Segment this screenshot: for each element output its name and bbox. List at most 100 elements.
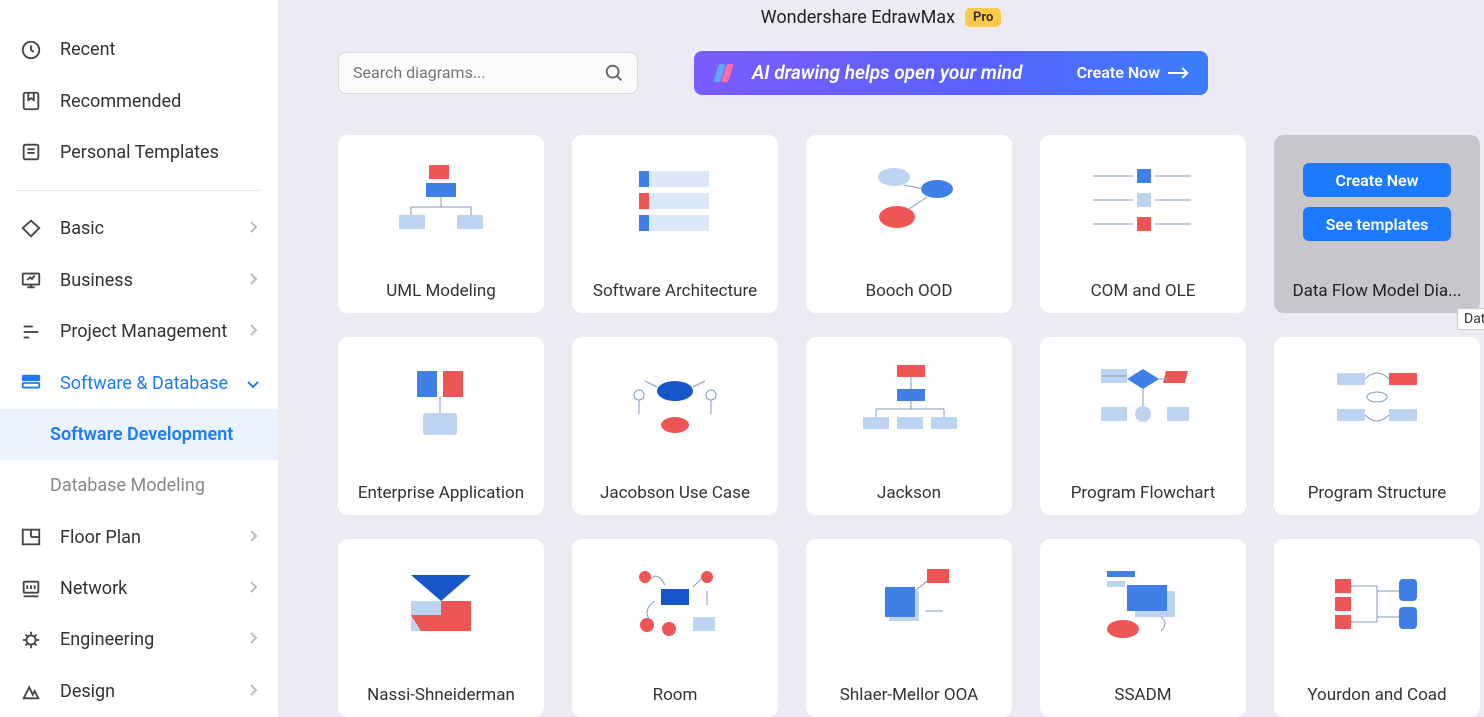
template-title: SSADM	[1040, 673, 1246, 717]
gantt-icon	[20, 321, 42, 343]
template-card[interactable]: Nassi-Shneiderman	[338, 539, 544, 717]
template-card[interactable]: Enterprise Application	[338, 337, 544, 515]
sidebar-item-recommended[interactable]: Recommended	[0, 75, 278, 126]
template-title: Program Structure	[1274, 471, 1480, 515]
tag-icon	[20, 218, 42, 240]
search-icon	[603, 62, 625, 84]
template-thumb	[572, 539, 778, 673]
template-title: Data Flow Model Dia...	[1274, 269, 1480, 313]
ai-banner-button[interactable]: Create Now	[1077, 63, 1186, 82]
arrow-right-icon	[1168, 72, 1186, 74]
chevron-right-icon	[248, 322, 258, 341]
search-input[interactable]	[353, 63, 603, 82]
search-box[interactable]	[338, 52, 638, 94]
template-title: Jackson	[806, 471, 1012, 515]
template-thumb	[806, 539, 1012, 673]
template-thumb	[1040, 135, 1246, 269]
sidebar-sub-software-development[interactable]: Software Development	[0, 409, 278, 460]
template-title: Program Flowchart	[1040, 471, 1246, 515]
main-area: Wondershare EdrawMax Pro AI drawing help…	[278, 0, 1484, 717]
chevron-right-icon	[248, 528, 258, 547]
sidebar-item-design[interactable]: Design	[0, 666, 278, 717]
template-thumb	[1274, 337, 1480, 471]
template-thumb	[572, 337, 778, 471]
template-grid: UML Modeling Software Architecture Booch O…	[278, 99, 1484, 717]
sidebar-item-label: Recommended	[60, 91, 258, 112]
template-title: COM and OLE	[1040, 269, 1246, 313]
database-icon	[20, 372, 42, 394]
app-title: Wondershare EdrawMax	[761, 7, 955, 28]
template-card[interactable]: Booch OOD	[806, 135, 1012, 313]
template-thumb: Create New See templates	[1274, 135, 1480, 269]
sidebar-sub-database-modeling[interactable]: Database Modeling	[0, 460, 278, 511]
templates-icon	[20, 141, 42, 163]
template-title: Nassi-Shneiderman	[338, 673, 544, 717]
template-card[interactable]: COM and OLE	[1040, 135, 1246, 313]
template-card[interactable]: Program Flowchart	[1040, 337, 1246, 515]
template-thumb	[1274, 539, 1480, 673]
ai-banner-button-label: Create Now	[1077, 63, 1160, 82]
sidebar-item-engineering[interactable]: Engineering	[0, 614, 278, 665]
template-title: Jacobson Use Case	[572, 471, 778, 515]
sidebar-item-recent[interactable]: Recent	[0, 24, 278, 75]
template-card[interactable]: Yourdon and Coad	[1274, 539, 1480, 717]
pro-badge: Pro	[965, 8, 1001, 27]
sidebar-sub-label: Database Modeling	[50, 475, 205, 496]
template-card[interactable]: Create New See templates Data Flow Model D…	[1274, 135, 1480, 313]
template-card[interactable]: Shlaer-Mellor OOA	[806, 539, 1012, 717]
gear-icon	[20, 629, 42, 651]
template-card[interactable]: Jacobson Use Case	[572, 337, 778, 515]
template-thumb	[806, 135, 1012, 269]
chevron-right-icon	[248, 630, 258, 649]
template-card[interactable]: Room	[572, 539, 778, 717]
header: Wondershare EdrawMax Pro	[278, 0, 1484, 34]
sidebar-item-business[interactable]: Business	[0, 255, 278, 306]
chevron-right-icon	[248, 271, 258, 290]
sidebar-item-label: Project Management	[60, 321, 230, 342]
design-icon	[20, 680, 42, 702]
sidebar: Recent Recommended Personal Templates Ba…	[0, 0, 278, 717]
chevron-down-icon	[246, 374, 260, 393]
ai-banner-text: AI drawing helps open your mind	[752, 61, 1063, 84]
template-title: Booch OOD	[806, 269, 1012, 313]
toolbar: AI drawing helps open your mind Create N…	[278, 46, 1484, 99]
template-thumb	[338, 337, 544, 471]
sidebar-item-project-management[interactable]: Project Management	[0, 306, 278, 357]
template-card[interactable]: SSADM	[1040, 539, 1246, 717]
chevron-right-icon	[248, 579, 258, 598]
template-title: Enterprise Application	[338, 471, 544, 515]
sidebar-item-label: Recent	[60, 39, 258, 60]
template-title: Yourdon and Coad	[1274, 673, 1480, 717]
template-card[interactable]: UML Modeling	[338, 135, 544, 313]
tooltip: Dat	[1457, 308, 1484, 330]
template-card[interactable]: Program Structure	[1274, 337, 1480, 515]
template-thumb	[338, 135, 544, 269]
template-title: Room	[572, 673, 778, 717]
template-title: Shlaer-Mellor OOA	[806, 673, 1012, 717]
template-thumb	[572, 135, 778, 269]
sidebar-item-label: Design	[60, 681, 230, 702]
sidebar-item-label: Floor Plan	[60, 527, 230, 548]
template-card[interactable]: Jackson	[806, 337, 1012, 515]
template-card[interactable]: Software Architecture	[572, 135, 778, 313]
template-title: Software Architecture	[572, 269, 778, 313]
sidebar-item-label: Software & Database	[60, 373, 228, 394]
sidebar-item-basic[interactable]: Basic	[0, 203, 278, 254]
sidebar-item-network[interactable]: Network	[0, 563, 278, 614]
sidebar-item-label: Business	[60, 270, 230, 291]
see-templates-button[interactable]: See templates	[1303, 207, 1451, 241]
sidebar-item-software-database[interactable]: Software & Database	[0, 357, 278, 408]
sidebar-divider	[16, 190, 262, 191]
presentation-icon	[20, 269, 42, 291]
sidebar-item-floor-plan[interactable]: Floor Plan	[0, 512, 278, 563]
sidebar-item-label: Basic	[60, 218, 230, 239]
template-thumb	[338, 539, 544, 673]
sidebar-item-personal-templates[interactable]: Personal Templates	[0, 127, 278, 178]
sidebar-item-label: Network	[60, 578, 230, 599]
ai-logo-icon	[716, 64, 738, 82]
ai-banner[interactable]: AI drawing helps open your mind Create N…	[694, 51, 1208, 95]
chevron-right-icon	[248, 219, 258, 238]
sidebar-sub-label: Software Development	[50, 424, 233, 445]
template-thumb	[1040, 539, 1246, 673]
create-new-button[interactable]: Create New	[1303, 163, 1451, 197]
